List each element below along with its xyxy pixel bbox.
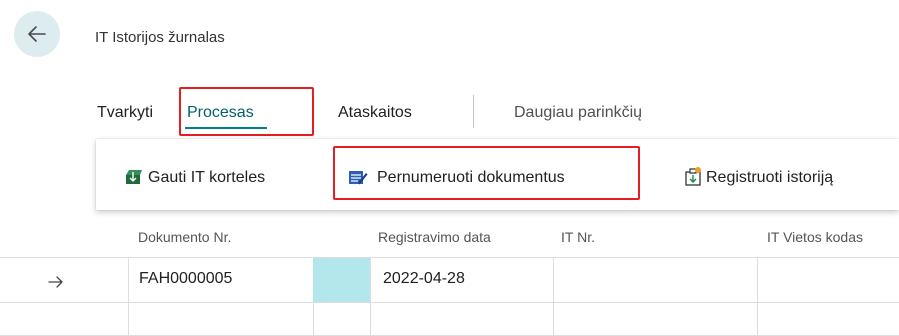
post-history-button[interactable]: Registruoti istoriją: [706, 169, 833, 187]
post-history-icon: [683, 166, 703, 191]
cell-document-no[interactable]: FAH0000005: [139, 270, 232, 288]
table-column-divider: [757, 257, 758, 336]
highlight-box-renumber: [333, 146, 640, 200]
get-cards-icon: [125, 169, 143, 190]
back-button[interactable]: [14, 11, 60, 57]
column-header-it-no[interactable]: IT Nr.: [561, 229, 595, 245]
column-header-posting-date[interactable]: Registravimo data: [378, 229, 491, 245]
table-row-divider: [0, 302, 899, 303]
arrow-left-icon: [28, 26, 46, 42]
column-header-it-location-code[interactable]: IT Vietos kodas: [767, 229, 863, 245]
highlight-box-procesas: [179, 87, 314, 136]
cell-posting-date[interactable]: 2022-04-28: [383, 270, 465, 288]
tab-divider: [473, 95, 474, 128]
get-it-cards-button[interactable]: Gauti IT korteles: [148, 169, 265, 187]
current-row-arrow-icon: [48, 275, 64, 293]
page-title: IT Istorijos žurnalas: [95, 29, 225, 46]
tab-tvarkyti[interactable]: Tvarkyti: [97, 104, 153, 122]
column-header-document-no[interactable]: Dokumento Nr.: [138, 229, 231, 245]
selected-cell[interactable]: [313, 258, 370, 302]
table-column-divider: [128, 257, 129, 336]
tab-ataskaitos[interactable]: Ataskaitos: [338, 104, 412, 122]
table-column-divider: [553, 257, 554, 336]
tab-more-options[interactable]: Daugiau parinkčių: [514, 104, 642, 122]
table-border-top: [0, 257, 899, 258]
table-column-divider: [370, 257, 371, 336]
